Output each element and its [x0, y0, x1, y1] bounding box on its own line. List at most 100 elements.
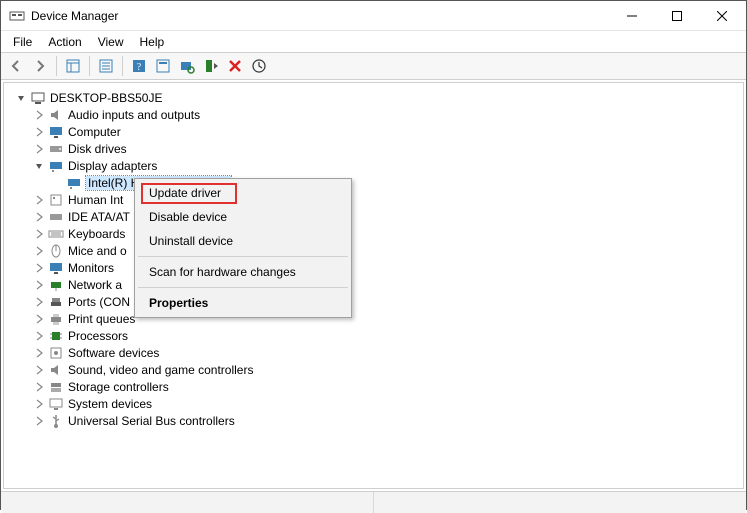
- help-button[interactable]: ?: [128, 55, 150, 77]
- tree-item-display-child[interactable]: Intel(R) HD Graphics 4600: [14, 174, 741, 191]
- titlebar: Device Manager: [1, 1, 746, 31]
- tree-item-label: Human Int: [68, 193, 123, 207]
- keyboard-icon: [48, 226, 64, 242]
- properties-button[interactable]: [95, 55, 117, 77]
- chevron-right-icon[interactable]: [32, 414, 46, 428]
- tree-item-computer[interactable]: Computer: [14, 123, 741, 140]
- tree-root-label: DESKTOP-BBS50JE: [50, 91, 163, 105]
- chevron-right-icon[interactable]: [32, 346, 46, 360]
- close-button[interactable]: [699, 1, 744, 30]
- tree-item-audio[interactable]: Audio inputs and outputs: [14, 106, 741, 123]
- add-legacy-button[interactable]: [200, 55, 222, 77]
- tree-item-keyboards[interactable]: Keyboards: [14, 225, 741, 242]
- forward-button[interactable]: [29, 55, 51, 77]
- chevron-right-icon[interactable]: [32, 193, 46, 207]
- action-button[interactable]: [152, 55, 174, 77]
- chevron-right-icon[interactable]: [32, 278, 46, 292]
- tree-item-ports[interactable]: Ports (CON: [14, 293, 741, 310]
- chevron-right-icon[interactable]: [32, 380, 46, 394]
- chevron-right-icon[interactable]: [32, 261, 46, 275]
- tree-root[interactable]: DESKTOP-BBS50JE: [14, 89, 741, 106]
- window-title: Device Manager: [31, 9, 118, 23]
- chevron-right-icon[interactable]: [32, 125, 46, 139]
- tree-item-printqueues[interactable]: Print queues: [14, 310, 741, 327]
- tree-item-processors[interactable]: Processors: [14, 327, 741, 344]
- network-icon: [48, 277, 64, 293]
- monitor-icon: [48, 260, 64, 276]
- show-hide-tree-button[interactable]: [62, 55, 84, 77]
- chevron-right-icon[interactable]: [32, 295, 46, 309]
- tree-item-label: Universal Serial Bus controllers: [68, 414, 235, 428]
- chevron-right-icon[interactable]: [32, 397, 46, 411]
- menu-help[interactable]: Help: [132, 33, 173, 51]
- context-menu-disable-device[interactable]: Disable device: [137, 205, 349, 229]
- tree-item-ide[interactable]: IDE ATA/AT: [14, 208, 741, 225]
- menubar: File Action View Help: [1, 31, 746, 52]
- usb-icon: [48, 413, 64, 429]
- chevron-down-icon[interactable]: [32, 159, 46, 173]
- printer-icon: [48, 311, 64, 327]
- chevron-right-icon[interactable]: [32, 312, 46, 326]
- tree-item-label: Keyboards: [68, 227, 125, 241]
- update-driver-button[interactable]: [248, 55, 270, 77]
- tree-item-label: Processors: [68, 329, 128, 343]
- context-menu-update-driver[interactable]: Update driver: [137, 181, 349, 205]
- tree-item-disk[interactable]: Disk drives: [14, 140, 741, 157]
- mouse-icon: [48, 243, 64, 259]
- chevron-right-icon[interactable]: [32, 363, 46, 377]
- chevron-right-icon[interactable]: [32, 227, 46, 241]
- chevron-right-icon[interactable]: [32, 142, 46, 156]
- context-menu-scan-hardware[interactable]: Scan for hardware changes: [137, 260, 349, 284]
- tree-item-sound[interactable]: Sound, video and game controllers: [14, 361, 741, 378]
- hid-icon: [48, 192, 64, 208]
- tree-item-label: Audio inputs and outputs: [68, 108, 200, 122]
- tree-item-display[interactable]: Display adapters: [14, 157, 741, 174]
- context-menu-uninstall-device[interactable]: Uninstall device: [137, 229, 349, 253]
- maximize-button[interactable]: [654, 1, 699, 30]
- minimize-button[interactable]: [609, 1, 654, 30]
- context-menu-properties[interactable]: Properties: [137, 291, 349, 315]
- chevron-down-icon[interactable]: [14, 91, 28, 105]
- tree-item-mice[interactable]: Mice and o: [14, 242, 741, 259]
- tree-item-label: Ports (CON: [68, 295, 130, 309]
- svg-text:?: ?: [137, 62, 142, 73]
- menu-action[interactable]: Action: [40, 33, 89, 51]
- system-icon: [48, 396, 64, 412]
- toolbar-separator: [56, 56, 57, 76]
- chevron-right-icon[interactable]: [32, 329, 46, 343]
- chevron-right-icon[interactable]: [32, 108, 46, 122]
- speaker-icon: [48, 362, 64, 378]
- back-button[interactable]: [5, 55, 27, 77]
- tree-item-label: IDE ATA/AT: [68, 210, 130, 224]
- ide-icon: [48, 209, 64, 225]
- tree-item-label: Sound, video and game controllers: [68, 363, 253, 377]
- tree-item-label: Network a: [68, 278, 122, 292]
- tree-item-system[interactable]: System devices: [14, 395, 741, 412]
- software-icon: [48, 345, 64, 361]
- tree-item-hid[interactable]: Human Int: [14, 191, 741, 208]
- tree-item-storage[interactable]: Storage controllers: [14, 378, 741, 395]
- menu-view[interactable]: View: [90, 33, 132, 51]
- device-tree[interactable]: DESKTOP-BBS50JE Audio inputs and outputs…: [6, 87, 741, 429]
- context-menu: Update driver Disable device Uninstall d…: [134, 178, 352, 318]
- scan-hardware-button[interactable]: [176, 55, 198, 77]
- computer-icon: [30, 90, 46, 106]
- tree-item-label: Mice and o: [68, 244, 127, 258]
- tree-item-usb[interactable]: Universal Serial Bus controllers: [14, 412, 741, 429]
- display-adapter-icon: [48, 158, 64, 174]
- tree-item-label: Display adapters: [68, 159, 157, 173]
- uninstall-button[interactable]: [224, 55, 246, 77]
- display-adapter-icon: [66, 175, 82, 191]
- menu-file[interactable]: File: [5, 33, 40, 51]
- cpu-icon: [48, 328, 64, 344]
- tree-item-software[interactable]: Software devices: [14, 344, 741, 361]
- chevron-right-icon[interactable]: [32, 210, 46, 224]
- tree-item-monitors[interactable]: Monitors: [14, 259, 741, 276]
- tree-pane: DESKTOP-BBS50JE Audio inputs and outputs…: [3, 82, 744, 489]
- tree-item-label: Disk drives: [68, 142, 127, 156]
- window-controls: [609, 1, 744, 30]
- chevron-right-icon[interactable]: [32, 244, 46, 258]
- storage-icon: [48, 379, 64, 395]
- tree-item-network[interactable]: Network a: [14, 276, 741, 293]
- tree-item-label: Computer: [68, 125, 121, 139]
